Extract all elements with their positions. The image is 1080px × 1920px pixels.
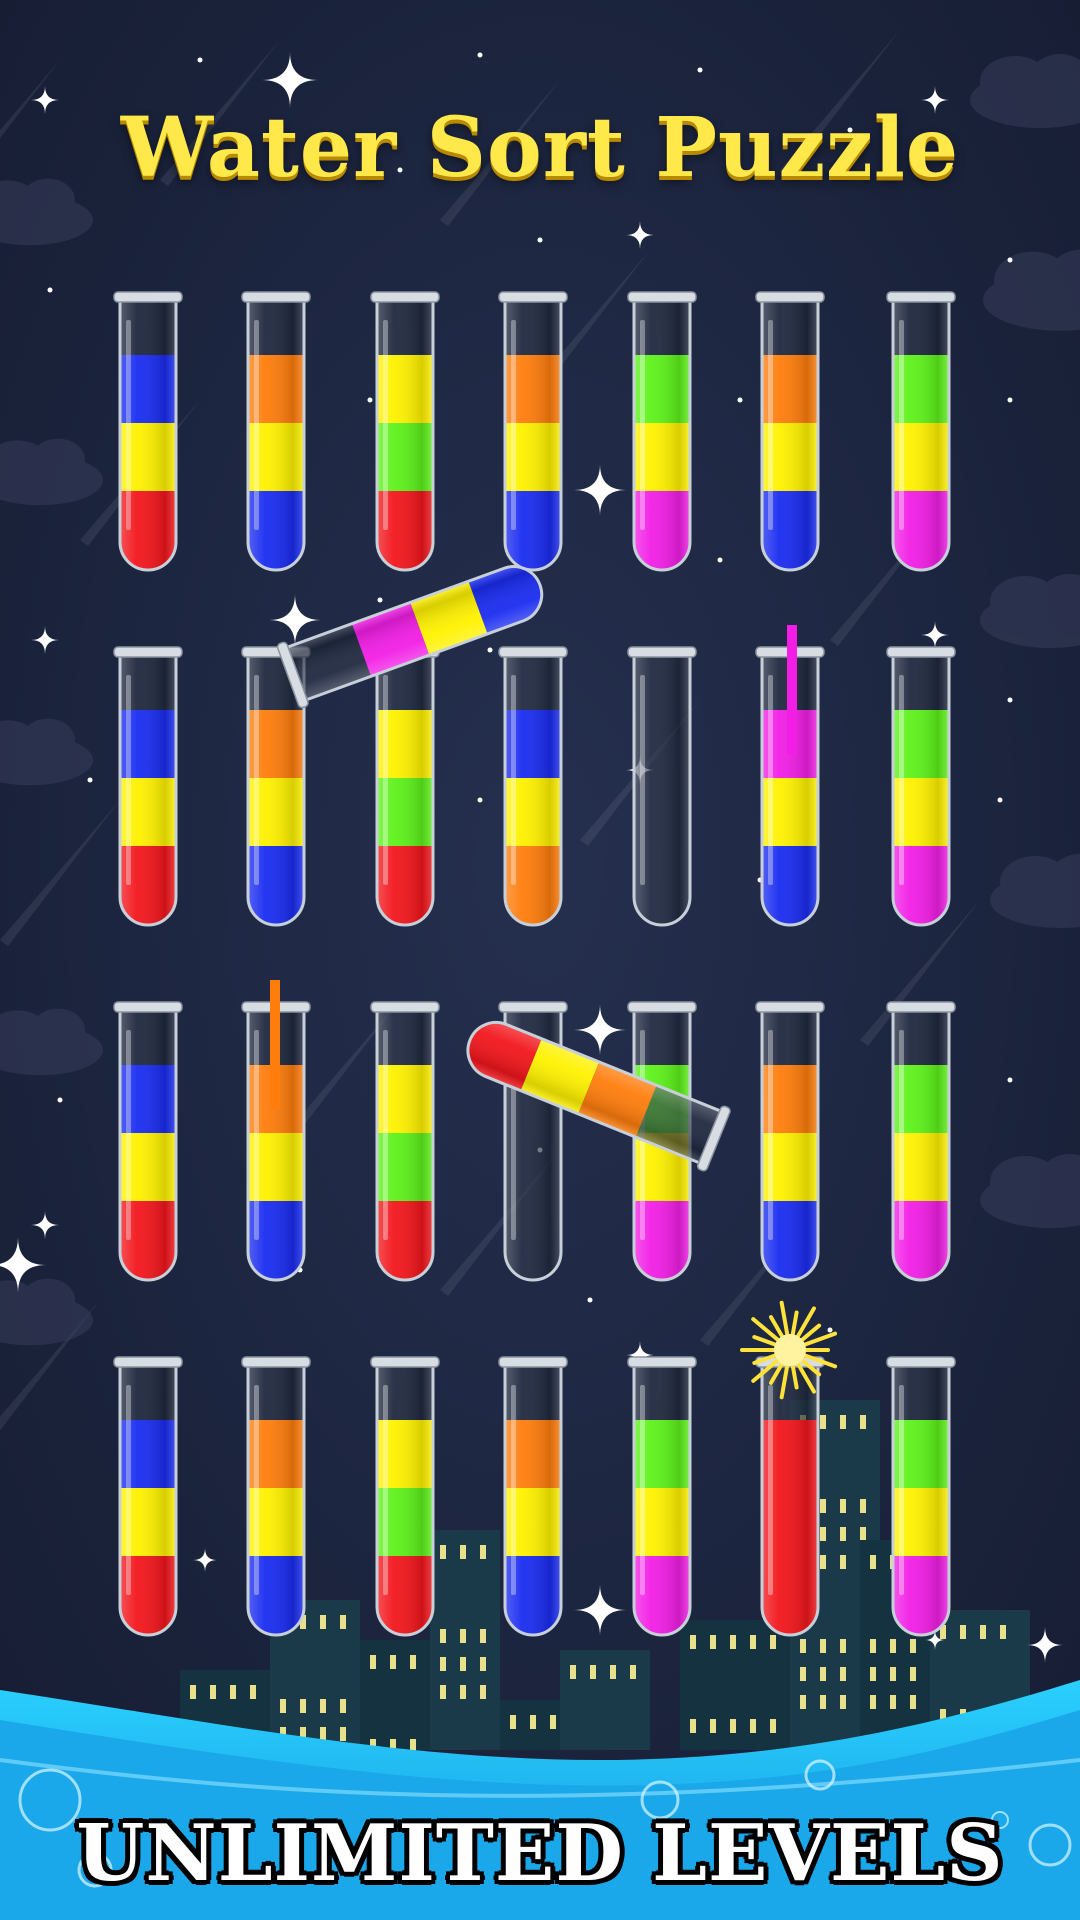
liquid-stream	[270, 980, 280, 1110]
tube[interactable]	[241, 291, 311, 572]
game-scene	[0, 0, 1080, 1920]
tube[interactable]	[113, 646, 183, 927]
tube[interactable]	[755, 1356, 825, 1637]
tube[interactable]	[627, 291, 697, 572]
tube[interactable]	[498, 291, 568, 572]
liquid-stream	[787, 625, 797, 755]
tube[interactable]	[498, 1356, 568, 1637]
game-title: Water Sort Puzzle	[120, 100, 960, 196]
tube[interactable]	[370, 646, 440, 927]
tube[interactable]	[498, 646, 568, 927]
tube[interactable]	[627, 646, 697, 927]
tube[interactable]	[886, 1356, 956, 1637]
tube[interactable]	[370, 1001, 440, 1282]
tube[interactable]	[370, 1356, 440, 1637]
tube[interactable]	[113, 291, 183, 572]
tube[interactable]	[755, 1001, 825, 1282]
tube[interactable]	[627, 1356, 697, 1637]
tube[interactable]	[755, 291, 825, 572]
tube[interactable]	[886, 1001, 956, 1282]
tube[interactable]	[886, 291, 956, 572]
tube[interactable]	[241, 1356, 311, 1637]
tube[interactable]	[113, 1356, 183, 1637]
tube[interactable]	[370, 291, 440, 572]
tube[interactable]	[113, 1001, 183, 1282]
tube[interactable]	[886, 646, 956, 927]
unlimited-levels-banner: UNLIMITED LEVELS	[76, 1808, 1004, 1899]
